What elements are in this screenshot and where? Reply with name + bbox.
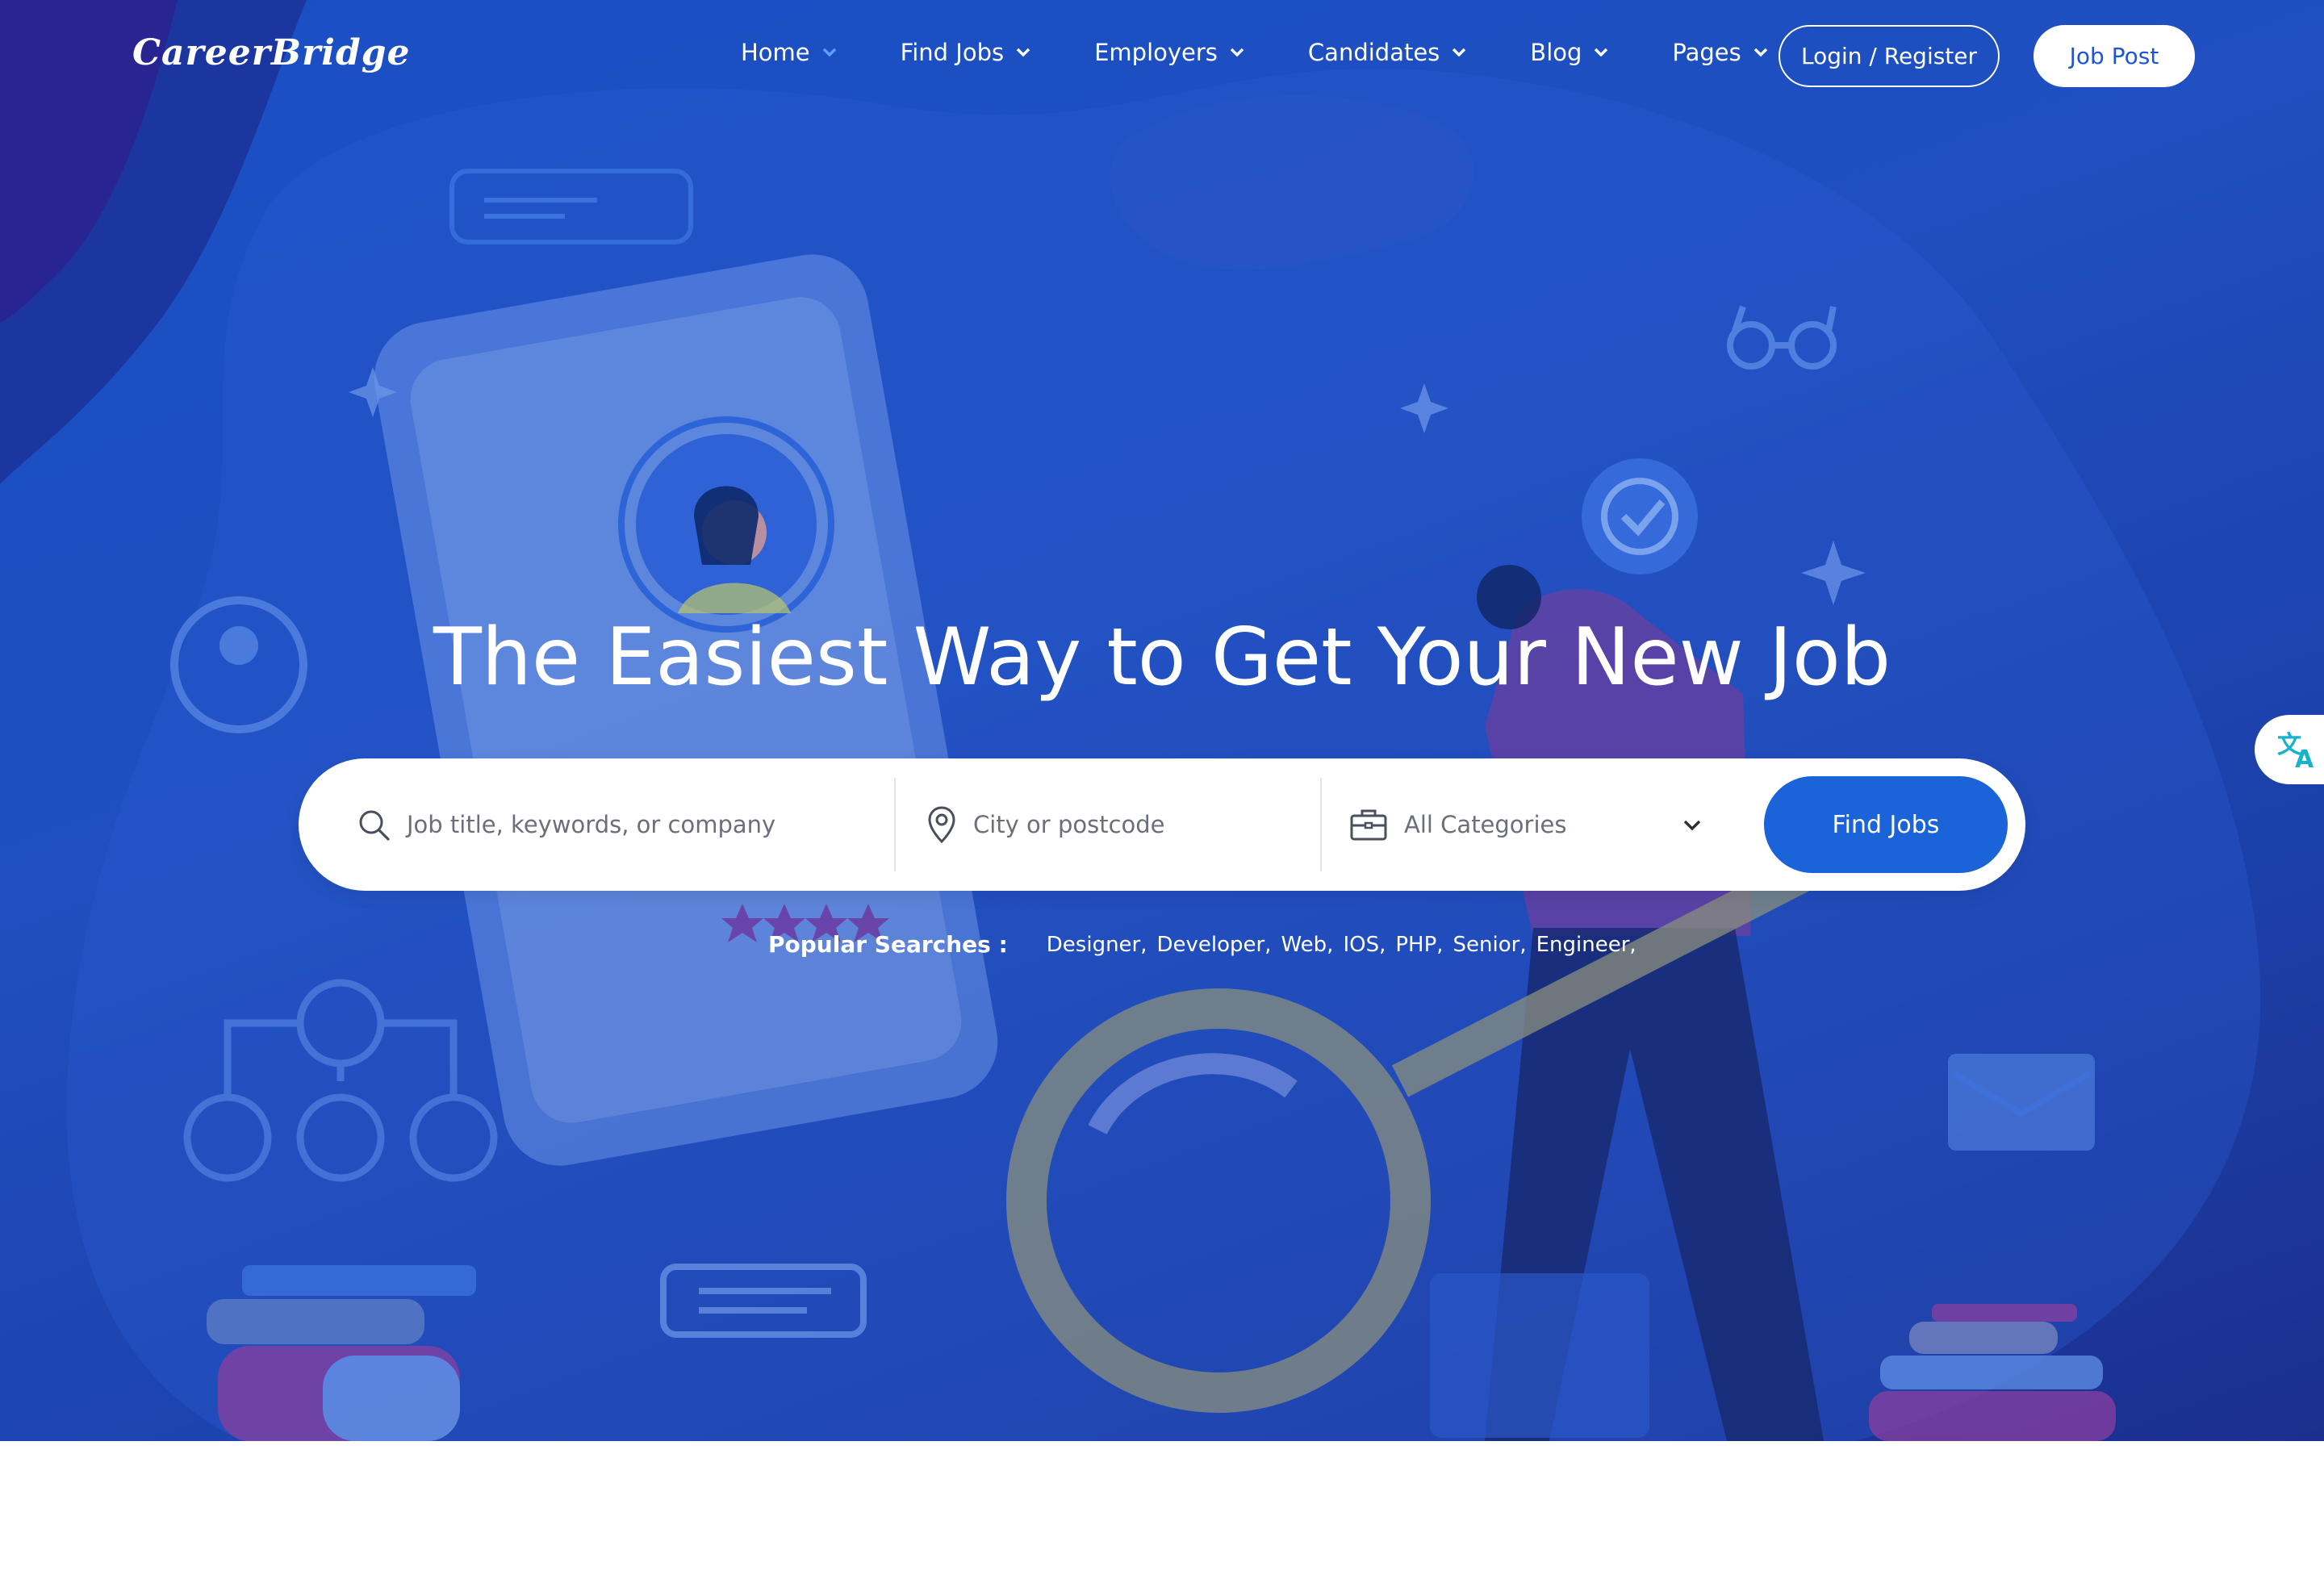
- popular-tag-ios[interactable]: IOS,: [1343, 933, 1386, 957]
- nav-item-find-jobs[interactable]: Find Jobs: [901, 39, 1031, 66]
- popular-searches-label: Popular Searches :: [768, 931, 1008, 958]
- translate-widget[interactable]: 文 A: [2255, 715, 2324, 784]
- nav-item-employers[interactable]: Employers: [1094, 39, 1245, 66]
- popular-tag-designer[interactable]: Designer,: [1047, 933, 1147, 957]
- chevron-down-icon: [1230, 48, 1244, 57]
- hero-section: CareerBridge Home Find Jobs Employers Ca…: [0, 0, 2324, 1441]
- popular-searches: Popular Searches : Designer, Developer, …: [768, 931, 1646, 958]
- nav-item-label: Pages: [1672, 39, 1741, 66]
- popular-tag-developer[interactable]: Developer,: [1157, 933, 1272, 957]
- nav-item-label: Candidates: [1307, 39, 1440, 66]
- translate-icon: 文 A: [2277, 731, 2314, 771]
- keyword-input[interactable]: Job title, keywords, or company: [407, 811, 775, 838]
- popular-tag-engineer[interactable]: Engineer,: [1536, 933, 1636, 957]
- chevron-down-icon: [1452, 48, 1466, 57]
- chevron-down-icon: [822, 48, 836, 57]
- search-divider: [1320, 778, 1322, 871]
- location-pin-icon: [928, 806, 955, 844]
- main-nav: Home Find Jobs Employers Candidates Blog…: [741, 39, 1832, 66]
- briefcase-icon: [1350, 809, 1387, 841]
- login-register-button[interactable]: Login / Register: [1779, 25, 2000, 87]
- nav-item-home[interactable]: Home: [741, 39, 838, 66]
- popular-tag-web[interactable]: Web,: [1281, 933, 1333, 957]
- search-divider: [894, 778, 896, 871]
- svg-text:A: A: [2295, 746, 2314, 771]
- nav-item-pages[interactable]: Pages: [1672, 39, 1768, 66]
- chevron-down-icon: [1016, 48, 1030, 57]
- nav-item-blog[interactable]: Blog: [1530, 39, 1609, 66]
- search-icon: [359, 810, 390, 841]
- job-search-bar: Job title, keywords, or company City or …: [299, 758, 2025, 891]
- nav-item-label: Home: [741, 39, 810, 66]
- nav-item-label: Blog: [1530, 39, 1582, 66]
- nav-item-label: Employers: [1094, 39, 1218, 66]
- category-select[interactable]: All Categories: [1349, 758, 1704, 891]
- location-input[interactable]: City or postcode: [973, 811, 1165, 838]
- popular-tag-senior[interactable]: Senior,: [1453, 933, 1527, 957]
- find-jobs-button[interactable]: Find Jobs: [1764, 776, 2008, 873]
- keyword-field[interactable]: Job title, keywords, or company: [357, 758, 873, 891]
- job-post-button[interactable]: Job Post: [2034, 25, 2195, 87]
- hero-title: The Easiest Way to Get Your New Job: [433, 612, 1891, 704]
- category-value: All Categories: [1404, 811, 1567, 838]
- location-field[interactable]: City or postcode: [926, 758, 1298, 891]
- popular-tag-php[interactable]: PHP,: [1395, 933, 1443, 957]
- brand-logo[interactable]: CareerBridge: [132, 32, 411, 73]
- chevron-down-icon: [1595, 48, 1608, 57]
- chevron-down-icon[interactable]: [1682, 818, 1703, 833]
- nav-item-label: Find Jobs: [900, 39, 1005, 66]
- nav-item-candidates[interactable]: Candidates: [1308, 39, 1467, 66]
- chevron-down-icon: [1753, 48, 1767, 57]
- hero-illustration: [0, 0, 2261, 1441]
